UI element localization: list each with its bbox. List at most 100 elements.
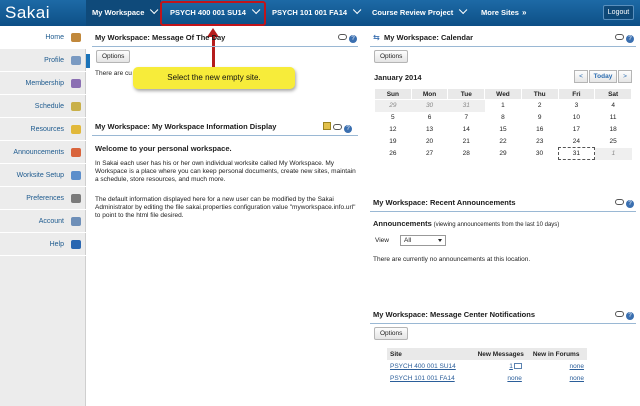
link-icon[interactable] <box>615 311 624 317</box>
link-icon[interactable] <box>615 34 624 40</box>
sidebar-item-account[interactable]: Account <box>0 211 86 233</box>
sidebar-item-schedule[interactable]: Schedule <box>0 96 86 118</box>
link-icon[interactable] <box>615 199 624 205</box>
sidebar-item-help[interactable]: Help <box>0 234 86 256</box>
calendar-day-cell[interactable]: 1 <box>594 147 632 160</box>
calendar-day-cell[interactable]: 12 <box>375 124 412 136</box>
calendar-day-cell[interactable]: 17 <box>558 124 595 136</box>
calendar-day-cell[interactable]: 22 <box>485 136 522 148</box>
schedule-icon <box>71 102 81 111</box>
sidebar-item-resources[interactable]: Resources <box>0 119 86 141</box>
calendar-day-cell[interactable]: 28 <box>448 148 485 160</box>
account-icon <box>71 217 81 226</box>
link-icon[interactable] <box>333 124 342 130</box>
help-icon[interactable]: ? <box>626 312 634 320</box>
calendar-day-cell[interactable]: 6 <box>411 112 448 124</box>
edit-icon[interactable] <box>323 122 331 130</box>
calendar-day-cell[interactable]: 16 <box>521 124 558 136</box>
calendar-day-cell[interactable]: 7 <box>448 112 485 124</box>
calendar-day-cell[interactable]: 13 <box>411 124 448 136</box>
calendar-day-cell[interactable]: 1 <box>485 100 522 112</box>
view-select[interactable]: All <box>400 235 446 246</box>
admin-note-paragraph: The default information displayed here f… <box>95 196 356 219</box>
sidebar-item-worksite-setup[interactable]: Worksite Setup <box>0 165 86 187</box>
calendar-day-cell[interactable]: 10 <box>558 112 595 124</box>
help-icon[interactable]: ? <box>626 35 634 43</box>
calendar-day-cell[interactable]: 23 <box>521 136 558 148</box>
calendar-day-cell[interactable]: 19 <box>375 136 412 148</box>
help-icon[interactable]: ? <box>626 200 634 208</box>
help-icon[interactable]: ? <box>344 125 352 133</box>
calendar-week-row: 12 13 14 15 16 17 18 <box>375 124 632 136</box>
site-tab-course-review[interactable]: Course Review Project <box>366 0 470 26</box>
site-link[interactable]: PSYCH 400 001 SU14 <box>390 363 456 370</box>
calendar-day-cell[interactable]: 30 <box>521 148 558 160</box>
view-select-value: All <box>404 237 412 244</box>
calendar-day-cell[interactable]: 4 <box>595 100 632 112</box>
sidebar-item-label: Account <box>38 218 64 225</box>
profile-icon <box>71 56 81 65</box>
calendar-day-cell[interactable]: 29 <box>374 99 412 112</box>
calendar-day-cell[interactable]: 21 <box>448 136 485 148</box>
options-button[interactable]: Options <box>96 50 131 63</box>
tool-menu-collapse-handle[interactable] <box>86 54 90 68</box>
calendar-day-cell[interactable]: 29 <box>485 148 522 160</box>
sidebar-item-label: Announcements <box>13 149 64 156</box>
forums-link[interactable]: none <box>570 375 584 382</box>
table-row: PSYCH 400 001 SU14 1 none <box>387 360 587 372</box>
calendar-day-cell[interactable]: 31 <box>447 99 485 112</box>
sidebar-item-home[interactable]: Home <box>0 27 86 49</box>
calendar-day-cell[interactable]: 18 <box>595 124 632 136</box>
sidebar-item-profile[interactable]: Profile <box>0 50 86 72</box>
options-button[interactable]: Options <box>374 327 409 340</box>
calendar-prev-button[interactable]: < <box>574 70 588 83</box>
sidebar-item-announcements[interactable]: Announcements <box>0 142 86 164</box>
membership-icon <box>71 79 81 88</box>
calendar-day-cell[interactable]: 8 <box>485 112 522 124</box>
sidebar-item-membership[interactable]: Membership <box>0 73 86 95</box>
sidebar-item-label: Preferences <box>26 195 64 202</box>
calendar-day-cell[interactable]: 27 <box>411 148 448 160</box>
portlet-title-motd: My Workspace: Message Of The Day <box>95 33 226 42</box>
new-messages-link[interactable]: none <box>507 375 521 382</box>
calendar-day-cell[interactable]: 26 <box>375 148 412 160</box>
calendar-day-cell[interactable]: 2 <box>521 100 558 112</box>
calendar-day-cell[interactable]: 15 <box>485 124 522 136</box>
calendar-day-cell[interactable]: 20 <box>411 136 448 148</box>
help-icon[interactable]: ? <box>349 35 357 43</box>
link-icon[interactable] <box>338 34 347 40</box>
highlight-box <box>160 1 266 26</box>
calendar-week-row: 29 30 31 1 2 3 4 <box>374 99 632 112</box>
sidebar-item-label: Schedule <box>34 103 64 110</box>
portlet-title-announcements: My Workspace: Recent Announcements <box>373 198 516 207</box>
calendar-day-cell[interactable]: 25 <box>595 136 632 148</box>
calendar-day-cell[interactable]: 3 <box>558 100 595 112</box>
options-button[interactable]: Options <box>374 50 409 63</box>
message-center-table: Site New Messages New in Forums PSYCH 40… <box>387 348 587 384</box>
calendar-day-cell[interactable]: 24 <box>558 136 595 148</box>
sakai-logo: Sakai <box>5 3 51 22</box>
sidebar-item-label: Profile <box>44 57 64 64</box>
megaphone-icon <box>71 148 81 157</box>
preferences-icon <box>71 194 81 203</box>
collapse-icon[interactable]: ⇆ <box>373 31 380 45</box>
forums-link[interactable]: none <box>570 363 584 370</box>
calendar-day-cell[interactable]: 31 <box>557 147 596 160</box>
calendar-day-cell[interactable]: 11 <box>595 112 632 124</box>
sidebar-item-label: Home <box>45 34 64 41</box>
site-tab-my-workspace[interactable]: My Workspace <box>86 0 162 26</box>
calendar-next-button[interactable]: > <box>618 70 632 83</box>
more-sites-button[interactable]: More Sites» <box>475 0 532 26</box>
calendar-day-cell[interactable]: 30 <box>411 99 448 112</box>
setup-icon <box>71 171 81 180</box>
logout-button[interactable]: Logout <box>603 5 634 20</box>
site-link[interactable]: PSYCH 101 001 FA14 <box>390 375 455 382</box>
calendar-day-cell[interactable]: 5 <box>375 112 412 124</box>
site-tab-psych-101[interactable]: PSYCH 101 001 FA14 <box>266 0 364 26</box>
calendar-day-cell[interactable]: 14 <box>448 124 485 136</box>
calendar-week-row: 5 6 7 8 9 10 11 <box>375 112 632 124</box>
calendar-day-cell[interactable]: 9 <box>521 112 558 124</box>
calendar-today-button[interactable]: Today <box>589 70 617 83</box>
sidebar-item-preferences[interactable]: Preferences <box>0 188 86 210</box>
new-messages-link[interactable]: 1 <box>509 363 513 370</box>
